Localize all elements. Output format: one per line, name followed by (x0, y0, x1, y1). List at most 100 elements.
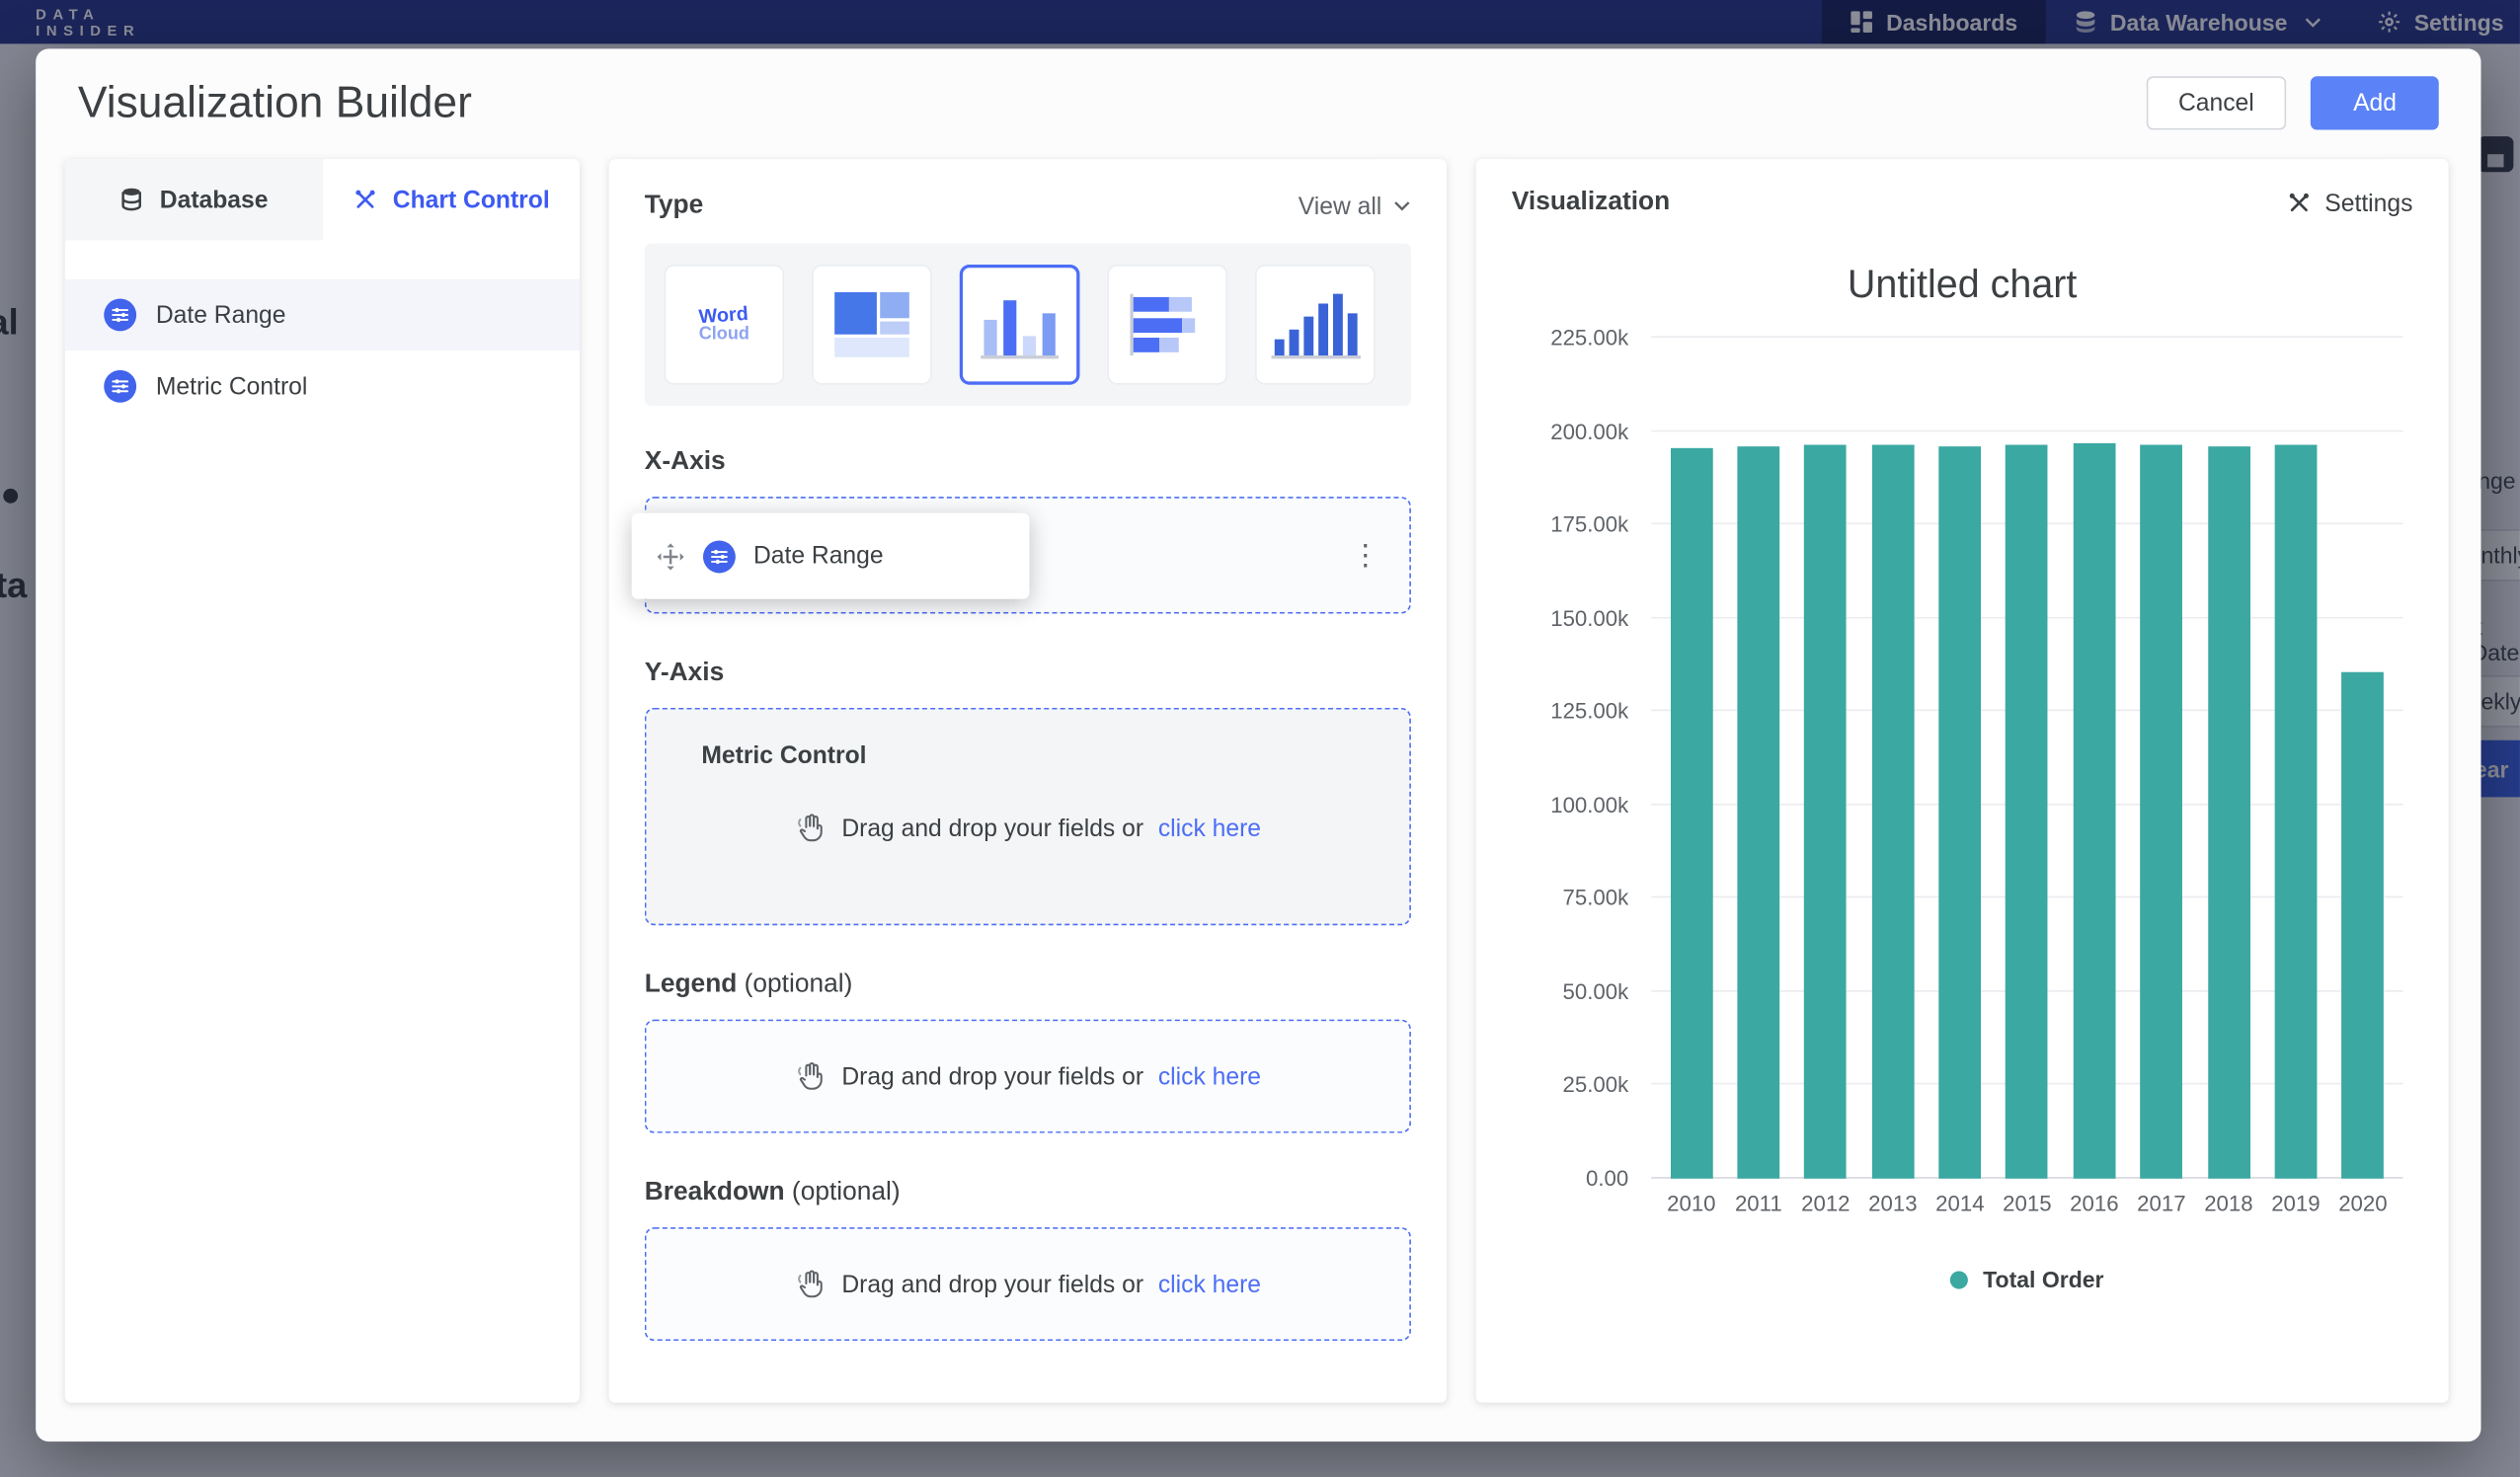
bar-slot (1792, 338, 1859, 1179)
column-chart-icon (1271, 290, 1360, 358)
database-icon (119, 187, 145, 212)
chart-type-treemap[interactable] (812, 265, 932, 385)
x-tick-label: 2015 (1994, 1192, 2061, 1216)
bar-2018 (2208, 446, 2250, 1179)
click-here-link[interactable]: click here (1158, 1062, 1261, 1090)
word-cloud-word-2: Cloud (699, 325, 749, 345)
fields-panel: Database Chart Control Date Range (65, 159, 580, 1403)
chart-type-horizontal-bar[interactable] (1107, 265, 1227, 385)
tools-icon (2286, 190, 2312, 215)
x-tick-label: 2011 (1725, 1192, 1792, 1216)
bar-2012 (1804, 444, 1847, 1178)
modal-title: Visualization Builder (78, 78, 472, 128)
y-tick-label: 0.00 (1586, 1166, 1628, 1191)
bar-slot (1927, 338, 1994, 1179)
chip-label: Date Range (753, 542, 884, 570)
y-tick-label: 100.00k (1550, 793, 1628, 817)
tab-database[interactable]: Database (65, 159, 323, 240)
bar-2014 (1938, 446, 1981, 1179)
bar-slot (1725, 338, 1792, 1179)
breakdown-label: Breakdown (optional) (645, 1179, 1411, 1208)
chart-type-column[interactable] (1255, 265, 1376, 385)
control-field-list: Date Range Metric Control (65, 240, 580, 422)
x-tick-label: 2016 (2061, 1192, 2128, 1216)
drop-hint-text: Drag and drop your fields or (841, 815, 1143, 842)
legend-label: Legend (optional) (645, 971, 1411, 1000)
modal-body: Database Chart Control Date Range (36, 146, 2481, 1441)
x-axis-item-menu-icon[interactable]: ⋮ (1348, 538, 1383, 573)
chart-legend[interactable]: Total Order (1651, 1267, 2402, 1292)
click-here-link[interactable]: click here (1158, 815, 1261, 842)
modal-header: Visualization Builder Cancel Add (36, 48, 2481, 146)
x-tick-label: 2018 (2195, 1192, 2262, 1216)
y-tick-label: 125.00k (1550, 699, 1628, 724)
treemap-icon (834, 292, 909, 357)
tab-chart-control[interactable]: Chart Control (322, 159, 580, 240)
chart-type-bar-selected[interactable] (960, 265, 1080, 385)
modal-actions: Cancel Add (2146, 76, 2439, 129)
x-tick-label: 2019 (2262, 1192, 2329, 1216)
chart-type-word-cloud[interactable]: Word Cloud (665, 265, 785, 385)
legend-drop-hint: Drag and drop your fields or click here (795, 1060, 1261, 1093)
bar-slot (2128, 338, 2195, 1179)
y-tick-label: 175.00k (1550, 512, 1628, 537)
chevron-down-icon (1393, 199, 1411, 212)
bar-2017 (2140, 445, 2182, 1179)
view-all-label: View all (1299, 193, 1382, 220)
cancel-button[interactable]: Cancel (2146, 76, 2287, 129)
word-cloud-icon: Word Cloud (699, 305, 749, 344)
view-all-dropdown[interactable]: View all (1299, 193, 1411, 220)
date-range-drag-chip[interactable]: Date Range (632, 513, 1030, 599)
horizontal-bar-icon (1130, 294, 1205, 355)
bar-2015 (2006, 445, 2048, 1179)
breakdown-drop-hint: Drag and drop your fields or click here (795, 1268, 1261, 1300)
y-tick-label: 225.00k (1550, 326, 1628, 350)
x-tick-label: 2020 (2329, 1192, 2397, 1216)
visualization-builder-modal: Visualization Builder Cancel Add Databas… (36, 48, 2481, 1441)
bar-2020 (2342, 672, 2385, 1179)
field-item-metric-control[interactable]: Metric Control (65, 350, 580, 422)
y-axis-labels: 0.0025.00k50.00k75.00k100.00k125.00k150.… (1512, 338, 1628, 1179)
drag-hand-icon (795, 1060, 827, 1093)
click-here-link[interactable]: click here (1158, 1271, 1261, 1298)
chart-settings-button[interactable]: Settings (2286, 190, 2413, 217)
y-axis-dropzone[interactable]: Metric Control Drag and drop your fields… (645, 708, 1411, 925)
bar-2016 (2073, 443, 2115, 1179)
sliders-icon (703, 540, 736, 573)
field-item-date-range[interactable]: Date Range (65, 279, 580, 350)
x-tick-label: 2010 (1658, 1192, 1725, 1216)
bar-2011 (1737, 446, 1779, 1179)
visualization-panel: Visualization Settings Untitled chart 0.… (1476, 159, 2449, 1403)
add-button[interactable]: Add (2311, 76, 2438, 129)
x-axis-dropzone[interactable]: ⠿ Date Range ⋮ Date Range (645, 497, 1411, 613)
bar-2013 (1871, 445, 1914, 1179)
sliders-icon (104, 370, 136, 403)
tools-icon (353, 187, 378, 212)
x-tick-label: 2014 (1927, 1192, 1994, 1216)
type-label: Type (645, 192, 703, 221)
y-tick-label: 25.00k (1563, 1073, 1629, 1098)
y-tick-label: 200.00k (1550, 419, 1628, 443)
bar-2019 (2275, 444, 2318, 1178)
legend-dot (1950, 1271, 1968, 1288)
word-cloud-word-1: Word (698, 303, 750, 326)
app-canvas: DATA INSIDER Dashboards Data Warehouse S… (0, 0, 2520, 1477)
drag-hand-icon (795, 812, 827, 844)
y-axis-label: Y-Axis (645, 660, 1411, 689)
x-tick-label: 2013 (1859, 1192, 1927, 1216)
breakdown-dropzone[interactable]: Drag and drop your fields or click here (645, 1227, 1411, 1341)
bar-slot (2262, 338, 2329, 1179)
legend-dropzone[interactable]: Drag and drop your fields or click here (645, 1020, 1411, 1133)
y-tick-label: 150.00k (1550, 606, 1628, 631)
y-tick-label: 75.00k (1563, 887, 1629, 911)
y-axis-drop-hint: Drag and drop your fields or click here (675, 812, 1380, 844)
tab-database-label: Database (160, 186, 269, 213)
bar-slot (2061, 338, 2128, 1179)
x-tick-label: 2017 (2128, 1192, 2195, 1216)
drop-hint-text: Drag and drop your fields or (841, 1062, 1143, 1090)
bar-slot (1859, 338, 1927, 1179)
y-axis-control-title: Metric Control (701, 741, 1379, 769)
visualization-header: Visualization Settings (1512, 189, 2413, 218)
chart-settings-label: Settings (2324, 190, 2412, 217)
chart-area: 0.0025.00k50.00k75.00k100.00k125.00k150.… (1512, 338, 2413, 1344)
